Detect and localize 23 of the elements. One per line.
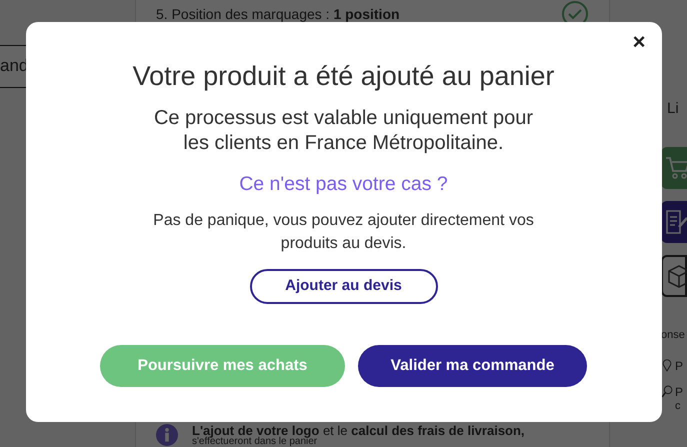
checkout-button[interactable]: Valider ma commande [358, 344, 587, 387]
section-label: Li [666, 99, 680, 119]
list-item-text: P [675, 359, 684, 373]
list-item-text: c [675, 399, 682, 413]
info-text: s'effectueront dans le panier [192, 437, 318, 447]
magnifier-icon [661, 385, 673, 398]
close-button[interactable]: × [628, 30, 650, 54]
modal-title: Votre produit a été ajouté au panier [132, 60, 556, 92]
cart-icon [665, 156, 687, 180]
pin-icon [661, 359, 673, 372]
modal-hint: Pas de panique, vous pouvez ajouter directement vos produits au devis. [152, 210, 535, 254]
box-icon [667, 264, 687, 288]
modal-message: Ce processus est valable uniquement pour les clients en France Métropolitaine. [152, 106, 534, 156]
cart-tile[interactable] [661, 146, 687, 188]
info-text: L'ajout de votre logo et le calcul des frais de livraison, [192, 424, 525, 437]
modal-question: Ce n'est pas votre cas ? [238, 172, 449, 198]
quote-tile[interactable] [661, 200, 687, 242]
document-edit-icon [665, 208, 687, 234]
box-tile[interactable] [661, 254, 687, 296]
section-heading: onse [661, 328, 686, 342]
list-item-text: P [675, 385, 684, 399]
step-summary: 5. Position des marquages : 1 position [156, 4, 400, 24]
add-to-quote-button[interactable]: Ajouter au devis [250, 268, 438, 304]
